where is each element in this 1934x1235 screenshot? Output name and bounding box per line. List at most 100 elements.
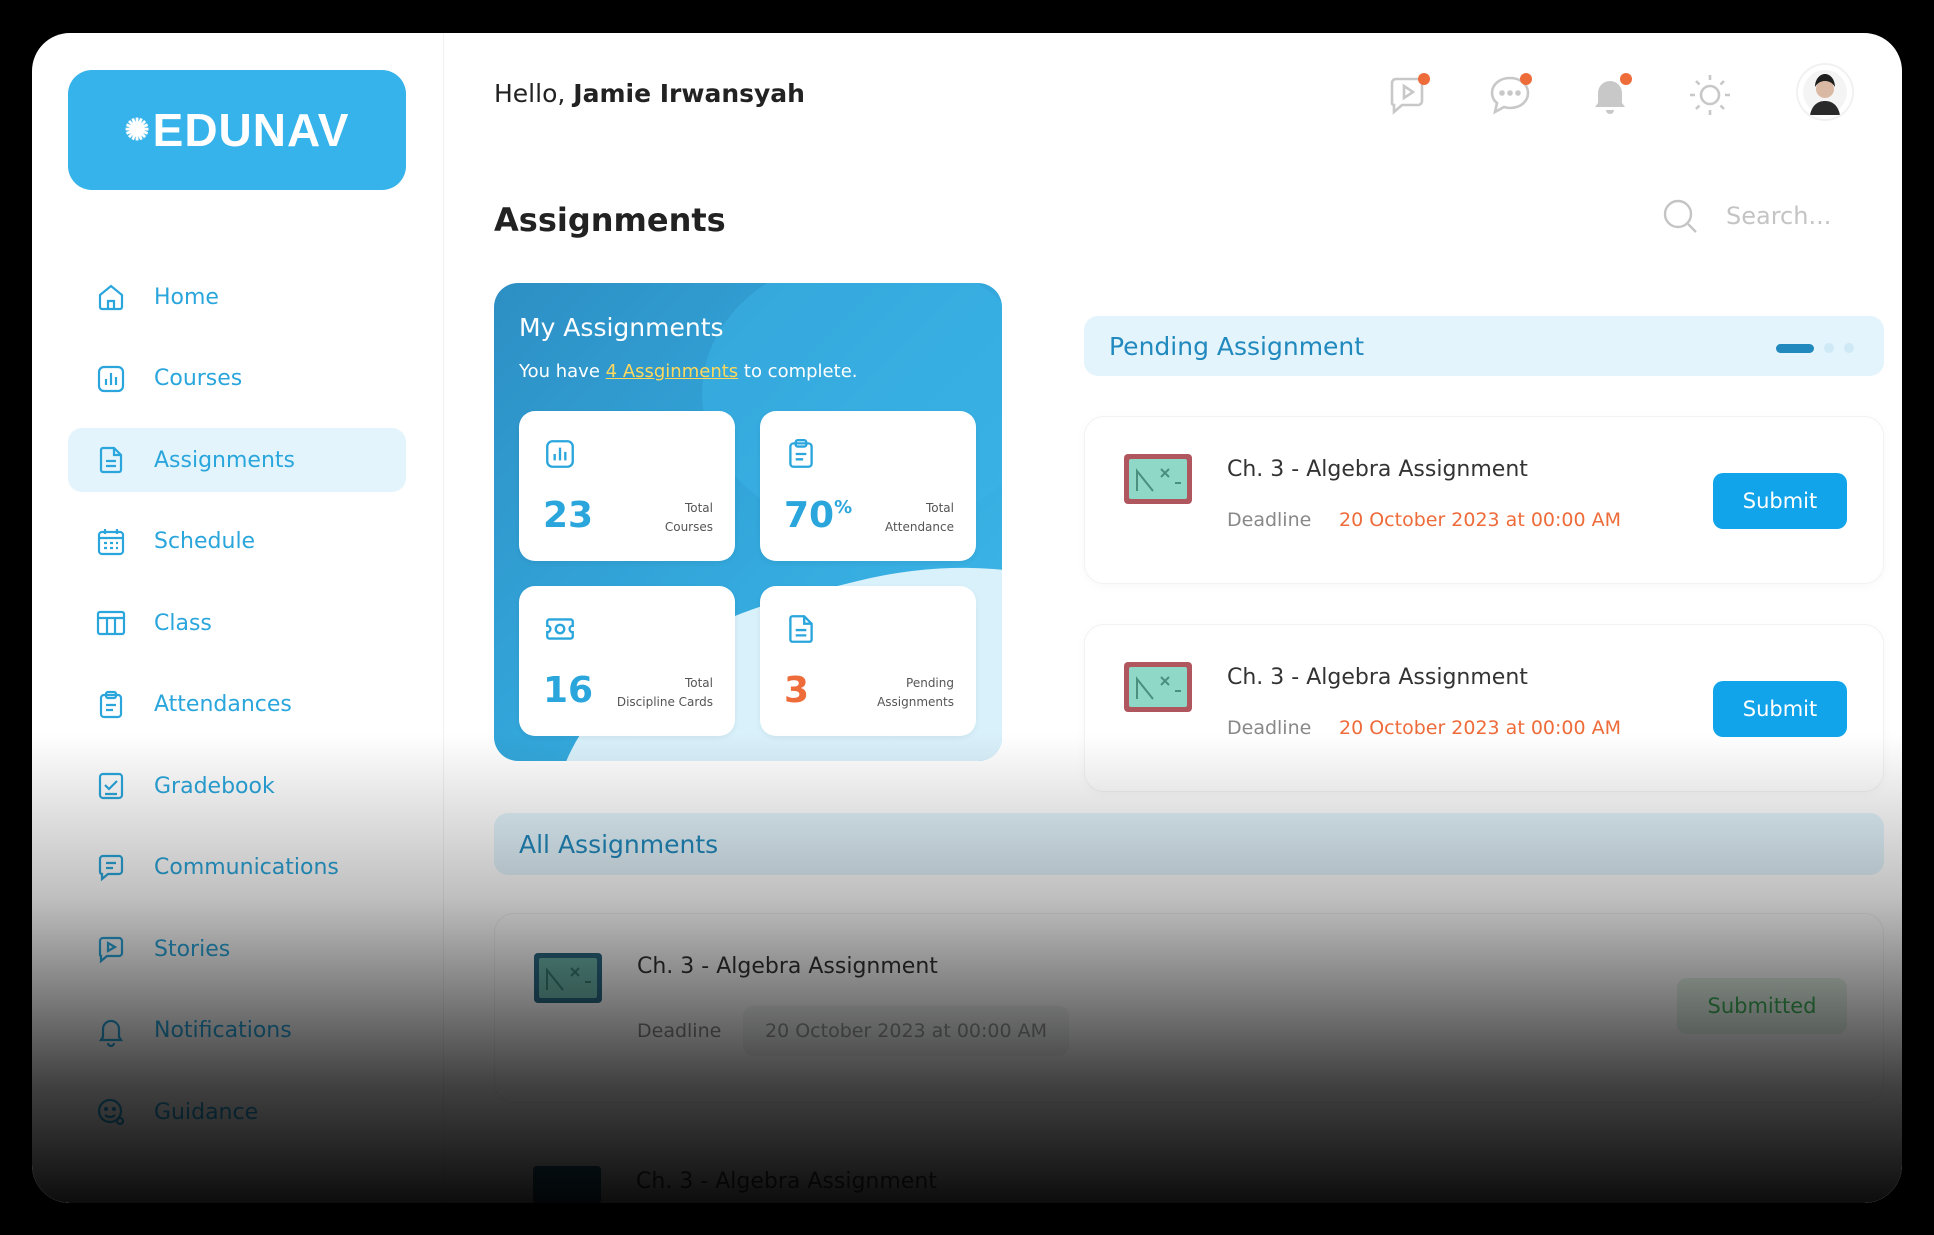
- ticket-icon: [543, 612, 577, 646]
- stat-label-line: Pending: [906, 676, 954, 690]
- sidebar-item-class[interactable]: Class: [68, 591, 406, 655]
- stat-label: Total Attendance: [834, 499, 954, 537]
- stat-label-line: Attendance: [885, 520, 954, 534]
- bell-icon: [94, 1014, 128, 1048]
- notifications-button[interactable]: [1584, 69, 1636, 121]
- chalkboard-icon: [534, 953, 602, 1003]
- sidebar-item-label: Attendances: [154, 692, 292, 717]
- logo-spark-icon: ✺: [124, 113, 151, 147]
- search-input[interactable]: [1726, 202, 1846, 230]
- pager-dot-active[interactable]: [1776, 343, 1814, 353]
- search-icon[interactable]: [1660, 196, 1700, 236]
- stat-number: 3: [784, 670, 810, 711]
- stat-label-line: Total: [925, 501, 954, 515]
- sidebar: ✺ EDUNAV Home Courses Assignments Schedu…: [32, 33, 444, 1203]
- stat-label: Total Discipline Cards: [593, 674, 713, 712]
- sidebar-item-label: Courses: [154, 366, 243, 391]
- brand-name: EDUNAV: [152, 104, 350, 156]
- sun-icon: [1690, 75, 1730, 115]
- greeting-text: Hello,: [494, 79, 566, 108]
- my-assignments-title: My Assignments: [519, 313, 724, 342]
- assignment-row: Ch. 3 - Algebra Assignment Deadline 20 O…: [494, 913, 1884, 1103]
- assignment-title: Ch. 3 - Algebra Assignment: [1227, 457, 1528, 482]
- stat-label: Total Courses: [593, 499, 713, 537]
- sidebar-item-label: Stories: [154, 936, 231, 962]
- sidebar-item-home[interactable]: Home: [68, 265, 406, 329]
- stat-discipline-cards[interactable]: 16 Total Discipline Cards: [519, 586, 735, 736]
- theme-toggle[interactable]: [1684, 69, 1736, 121]
- pager-dot[interactable]: [1844, 343, 1854, 353]
- page-title: Assignments: [494, 201, 726, 239]
- chart-icon: [543, 437, 577, 471]
- gradebook-icon: [94, 769, 128, 803]
- notification-dot: [1620, 73, 1632, 85]
- chalkboard-icon: [1124, 454, 1192, 504]
- submit-button[interactable]: Submit: [1713, 473, 1847, 529]
- chalkboard-icon: [533, 1166, 601, 1203]
- sidebar-item-label: Assignments: [154, 447, 295, 473]
- chat-icon: [94, 851, 128, 885]
- submit-button[interactable]: Submit: [1713, 681, 1847, 737]
- assignments-count-link[interactable]: 4 Assginments: [606, 361, 739, 382]
- pending-assignment-item: Ch. 3 - Algebra Assignment Deadline 20 O…: [1084, 624, 1884, 792]
- stat-value: 23: [543, 495, 593, 536]
- all-assignments-header: All Assignments: [494, 813, 1884, 875]
- user-avatar-icon: [1803, 70, 1847, 115]
- avatar[interactable]: [1798, 65, 1852, 119]
- notification-dot: [1418, 73, 1430, 85]
- stat-label-line: Courses: [664, 520, 713, 534]
- brand-logo[interactable]: ✺ EDUNAV: [68, 70, 406, 190]
- pending-assignment-item: Ch. 3 - Algebra Assignment Deadline 20 O…: [1084, 416, 1884, 584]
- notification-dot: [1520, 73, 1532, 85]
- my-assignments-card: My Assignments You have 4 Assginments to…: [494, 283, 1002, 761]
- sidebar-item-gradebook[interactable]: Gradebook: [68, 754, 406, 818]
- home-icon: [94, 280, 128, 314]
- deadline-date: 20 October 2023 at 00:00 AM: [1339, 717, 1622, 739]
- stat-total-courses[interactable]: 23 Total Courses: [519, 411, 735, 561]
- stat-label-line: Total: [684, 676, 713, 690]
- carousel-pager: [1776, 343, 1854, 353]
- sidebar-item-label: Gradebook: [154, 773, 275, 799]
- stat-pending-assignments[interactable]: 3 Pending Assignments: [760, 586, 976, 736]
- assignment-title: Ch. 3 - Algebra Assignment: [637, 954, 938, 979]
- assignment-title: Ch. 3 - Algebra Assignment: [1227, 665, 1528, 690]
- deadline-label: Deadline: [1227, 717, 1312, 739]
- sidebar-item-communications[interactable]: Communications: [68, 836, 406, 900]
- deadline-label: Deadline: [1227, 509, 1312, 531]
- subtitle-suffix: to complete.: [738, 361, 858, 382]
- document-icon: [94, 443, 128, 477]
- chart-icon: [94, 362, 128, 396]
- guidance-icon: [94, 1095, 128, 1129]
- sidebar-item-notifications[interactable]: Notifications: [68, 999, 406, 1063]
- deadline-date: 20 October 2023 at 00:00 AM: [1339, 509, 1622, 531]
- deadline-date: 20 October 2023 at 00:00 AM: [743, 1006, 1070, 1056]
- stat-label: Pending Assignments: [834, 674, 954, 712]
- chalkboard-icon: [1124, 662, 1192, 712]
- pager-dot[interactable]: [1824, 343, 1834, 353]
- sidebar-item-guidance[interactable]: Guidance: [68, 1080, 406, 1144]
- stat-total-attendance[interactable]: 70% Total Attendance: [760, 411, 976, 561]
- sidebar-item-label: Home: [154, 284, 219, 310]
- calendar-icon: [94, 525, 128, 559]
- clipboard-icon: [94, 688, 128, 722]
- all-assignments-title: All Assignments: [519, 829, 719, 859]
- my-assignments-subtitle: You have 4 Assginments to complete.: [519, 361, 857, 382]
- stat-number: 23: [543, 495, 594, 536]
- document-icon: [784, 612, 818, 646]
- subtitle-prefix: You have: [519, 361, 606, 382]
- messages-button[interactable]: [1484, 69, 1536, 121]
- stat-label-line: Discipline Cards: [616, 695, 713, 709]
- sidebar-item-label: Schedule: [154, 529, 256, 554]
- stat-label-line: Assignments: [877, 695, 954, 709]
- sidebar-item-schedule[interactable]: Schedule: [68, 510, 406, 574]
- sidebar-item-courses[interactable]: Courses: [68, 347, 406, 411]
- sidebar-item-attendances[interactable]: Attendances: [68, 673, 406, 737]
- sidebar-item-stories[interactable]: Stories: [68, 917, 406, 981]
- submitted-status-button[interactable]: Submitted: [1677, 978, 1847, 1034]
- sidebar-nav: Home Courses Assignments Schedule Class …: [68, 265, 406, 1162]
- stories-button[interactable]: [1382, 69, 1434, 121]
- sidebar-item-assignments[interactable]: Assignments: [68, 428, 406, 492]
- sidebar-item-label: Guidance: [154, 1099, 259, 1125]
- stat-value: 3: [784, 670, 809, 711]
- stat-value: 16: [543, 670, 593, 711]
